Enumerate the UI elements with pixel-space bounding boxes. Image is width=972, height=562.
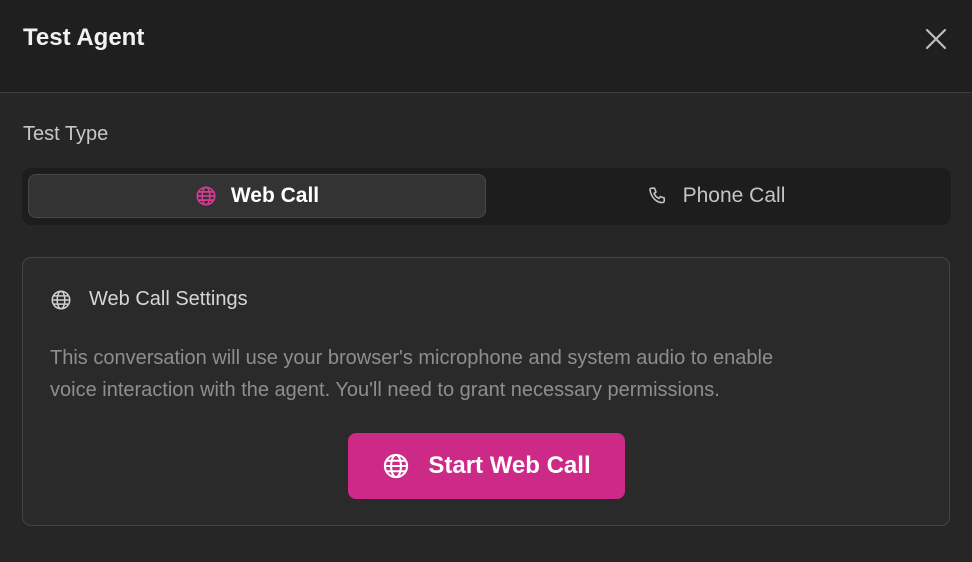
- test-type-label: Test Type: [23, 123, 109, 145]
- tab-phone-call-label: Phone Call: [682, 184, 786, 207]
- start-web-call-button[interactable]: Start Web Call: [348, 433, 625, 499]
- settings-card-header: Web Call Settings: [50, 288, 248, 311]
- globe-icon: [384, 453, 409, 479]
- tab-web-call-label: Web Call: [230, 184, 320, 207]
- phone-icon: [648, 187, 665, 204]
- dialog-header: Test Agent: [0, 0, 972, 93]
- description-line-2: voice interaction with the agent. You'll…: [50, 379, 720, 401]
- dialog-title: Test Agent: [23, 24, 145, 51]
- settings-description: This conversation will use your browser'…: [50, 342, 920, 406]
- description-line-1: This conversation will use your browser'…: [50, 347, 774, 369]
- tab-web-call[interactable]: Web Call: [28, 174, 486, 218]
- close-icon[interactable]: [924, 27, 948, 51]
- globe-icon: [51, 290, 71, 309]
- tab-phone-call[interactable]: Phone Call: [487, 174, 945, 218]
- test-type-selector: Web Call Phone Call: [22, 168, 951, 225]
- globe-icon: [196, 186, 216, 206]
- web-call-settings-card: Web Call Settings This conversation will…: [22, 257, 950, 526]
- settings-card-title: Web Call Settings: [89, 288, 248, 310]
- start-web-call-label: Start Web Call: [428, 452, 591, 479]
- test-agent-dialog: Test Agent Test Type Web Call Phone Call: [0, 0, 972, 562]
